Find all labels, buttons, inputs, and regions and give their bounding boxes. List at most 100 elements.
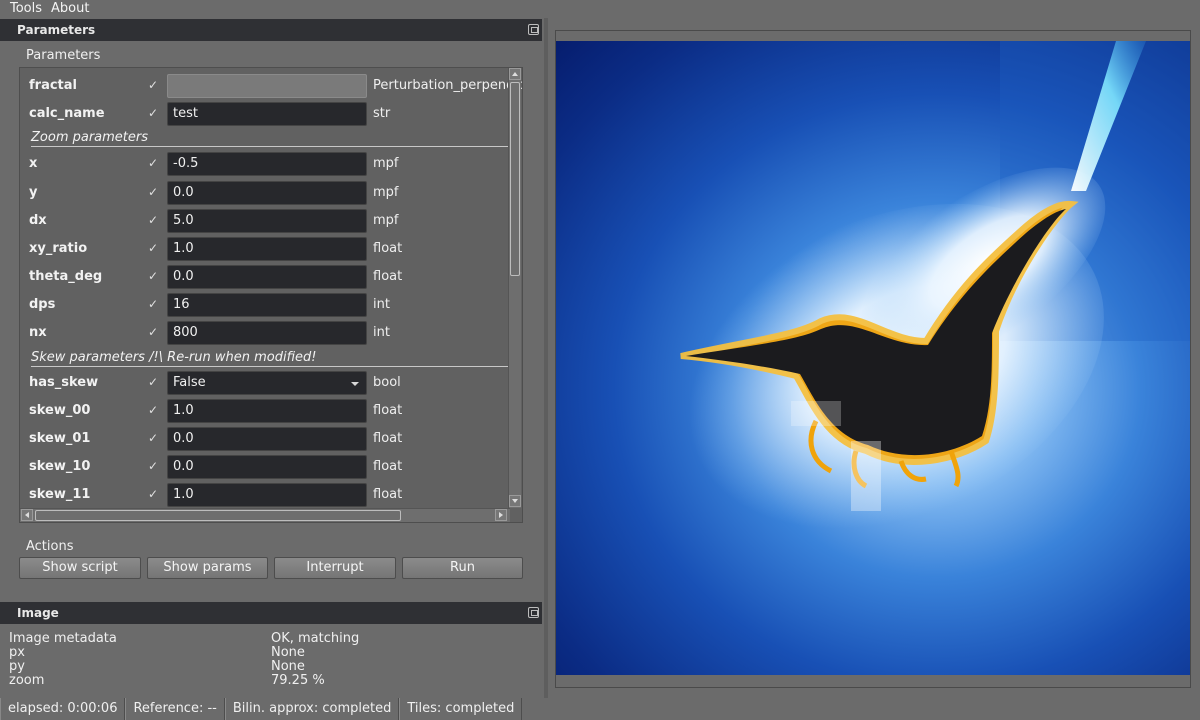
param-input[interactable]: 800 <box>167 321 367 345</box>
param-type: float <box>373 269 403 284</box>
param-name: xy_ratio <box>29 241 88 256</box>
show-script-button[interactable]: Show script <box>19 557 141 579</box>
param-input[interactable]: -0.5 <box>167 152 367 176</box>
param-input[interactable]: 1.0 <box>167 237 367 261</box>
metadata-value: 79.25 % <box>271 673 325 688</box>
fractal-render <box>668 41 1190 539</box>
param-type: mpf <box>373 185 399 200</box>
param-type: mpf <box>373 156 399 171</box>
show-params-button[interactable]: Show params <box>147 557 268 579</box>
param-name: has_skew <box>29 375 99 390</box>
checkmark-icon[interactable]: ✓ <box>148 186 160 198</box>
horizontal-scroll-thumb[interactable] <box>35 510 401 521</box>
dock-float-icon[interactable] <box>528 607 539 618</box>
param-input[interactable]: 0.0 <box>167 455 367 479</box>
metadata-value: None <box>271 659 305 674</box>
param-type: int <box>373 325 390 340</box>
param-row-has-skew: has_skew ✓ False bool <box>20 370 510 396</box>
checkmark-icon[interactable]: ✓ <box>148 488 160 500</box>
param-row-dx: dx ✓ 5.0 mpf <box>20 208 510 234</box>
param-select[interactable]: False <box>167 371 367 395</box>
param-type: float <box>373 431 403 446</box>
actions-group-label: Actions <box>26 539 74 554</box>
scroll-down-icon[interactable] <box>509 495 521 507</box>
param-row-nx: nx ✓ 800 int <box>20 320 510 346</box>
param-type: bool <box>373 375 401 390</box>
param-row-skew-11: skew_11 ✓ 1.0 float <box>20 482 510 508</box>
vertical-scrollbar[interactable] <box>508 68 521 508</box>
checkmark-icon[interactable]: ✓ <box>148 326 160 338</box>
metadata-key: py <box>9 659 25 674</box>
checkmark-icon[interactable]: ✓ <box>148 460 160 472</box>
status-elapsed: elapsed: 0:00:06 <box>0 698 126 720</box>
checkmark-icon[interactable]: ✓ <box>148 270 160 282</box>
param-type: str <box>373 106 391 121</box>
checkmark-icon[interactable]: ✓ <box>148 214 160 226</box>
checkmark-icon[interactable]: ✓ <box>148 376 160 388</box>
scroll-right-icon[interactable] <box>495 509 507 521</box>
param-row-y: y ✓ 0.0 mpf <box>20 180 510 206</box>
param-input[interactable]: 1.0 <box>167 399 367 423</box>
status-tiles: Tiles: completed <box>399 698 523 720</box>
param-type: float <box>373 241 403 256</box>
dock-float-icon[interactable] <box>528 24 539 35</box>
parameters-group-label: Parameters <box>26 48 101 63</box>
param-name: calc_name <box>29 106 105 121</box>
param-type: float <box>373 459 403 474</box>
menu-bar: Tools About <box>0 0 1200 18</box>
param-input[interactable]: 0.0 <box>167 427 367 451</box>
checkmark-icon[interactable]: ✓ <box>148 298 160 310</box>
image-dock-title: Image <box>0 602 542 624</box>
metadata-key: px <box>9 645 25 660</box>
param-row-theta-deg: theta_deg ✓ 0.0 float <box>20 264 510 290</box>
checkmark-icon[interactable]: ✓ <box>148 432 160 444</box>
vertical-scroll-thumb[interactable] <box>510 82 520 276</box>
menu-tools[interactable]: Tools <box>0 0 47 18</box>
param-input[interactable]: 16 <box>167 293 367 317</box>
run-button[interactable]: Run <box>402 557 523 579</box>
interrupt-button[interactable]: Interrupt <box>274 557 396 579</box>
param-name: theta_deg <box>29 269 103 284</box>
parameters-dock-title: Parameters <box>0 19 542 41</box>
param-name: dps <box>29 297 56 312</box>
param-input[interactable]: 0.0 <box>167 181 367 205</box>
param-name: nx <box>29 325 47 340</box>
param-name: fractal <box>29 78 77 93</box>
param-name: y <box>29 185 38 200</box>
param-row-xy-ratio: xy_ratio ✓ 1.0 float <box>20 236 510 262</box>
metadata-key: Image metadata <box>9 631 117 646</box>
param-name: skew_10 <box>29 459 91 474</box>
param-row-calc-name: calc_name ✓ test str <box>20 101 510 127</box>
checkmark-icon[interactable]: ✓ <box>148 157 160 169</box>
metadata-value: OK, matching <box>271 631 360 646</box>
param-row-skew-10: skew_10 ✓ 0.0 float <box>20 454 510 480</box>
horizontal-scrollbar[interactable] <box>20 508 510 522</box>
param-name: dx <box>29 213 47 228</box>
metadata-value: None <box>271 645 305 660</box>
section-header: Skew parameters /!\ Re-run when modified… <box>31 350 509 367</box>
checkmark-icon[interactable]: ✓ <box>148 242 160 254</box>
param-input[interactable]: 0.0 <box>167 265 367 289</box>
param-input[interactable]: test <box>167 102 367 126</box>
param-type: int <box>373 297 390 312</box>
param-name: skew_00 <box>29 403 91 418</box>
param-type: mpf <box>373 213 399 228</box>
fractal-image[interactable] <box>556 41 1190 675</box>
param-name: x <box>29 156 38 171</box>
param-type: float <box>373 487 403 502</box>
param-row-skew-01: skew_01 ✓ 0.0 float <box>20 426 510 452</box>
param-name: skew_11 <box>29 487 91 502</box>
param-row-skew-00: skew_00 ✓ 1.0 float <box>20 398 510 424</box>
param-input[interactable] <box>167 74 367 98</box>
checkmark-icon[interactable]: ✓ <box>148 79 160 91</box>
dock-splitter[interactable] <box>544 18 548 698</box>
checkmark-icon[interactable]: ✓ <box>148 404 160 416</box>
checkmark-icon[interactable]: ✓ <box>148 107 160 119</box>
status-bilin: Bilin. approx: completed <box>224 698 400 720</box>
scroll-left-icon[interactable] <box>21 509 33 521</box>
param-input[interactable]: 1.0 <box>167 483 367 507</box>
scroll-up-icon[interactable] <box>509 68 521 80</box>
parameters-table: fractal ✓ Perturbation_perpendicular calc_n… <box>19 67 523 523</box>
menu-about[interactable]: About <box>47 0 94 18</box>
param-input[interactable]: 5.0 <box>167 209 367 233</box>
